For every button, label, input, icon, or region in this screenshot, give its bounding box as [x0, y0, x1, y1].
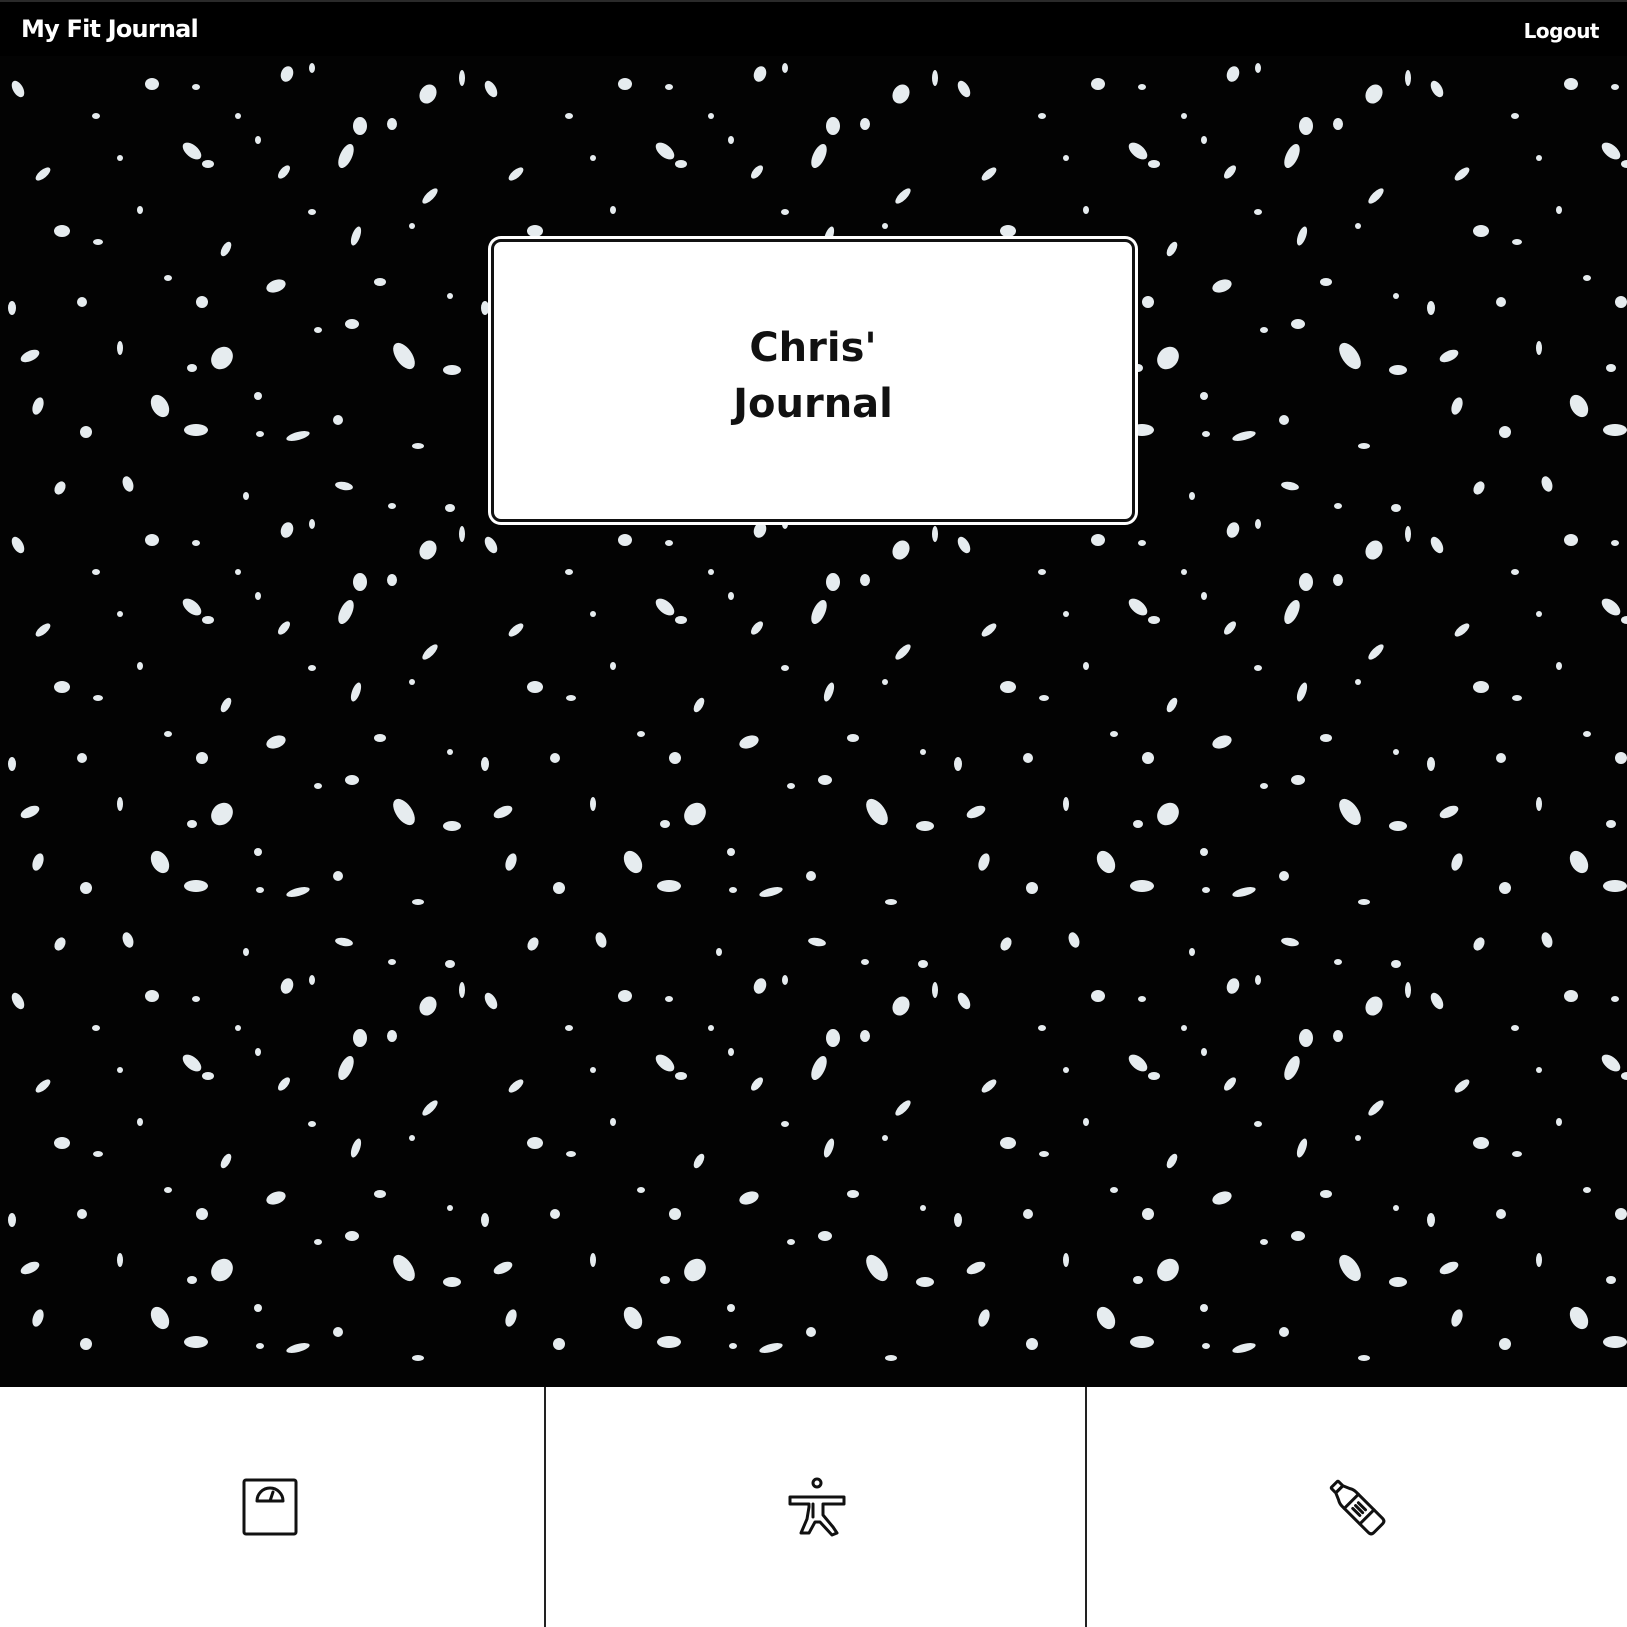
tab-weight[interactable] — [0, 1387, 544, 1627]
tab-water[interactable] — [1085, 1387, 1627, 1627]
journal-title-card: Chris' Journal — [491, 239, 1135, 522]
journal-title-line2: Journal — [733, 380, 893, 427]
water-bottle-icon — [1327, 1477, 1387, 1537]
exercise-pose-icon — [787, 1477, 847, 1537]
journal-title: Chris' Journal — [733, 320, 893, 432]
brand-link[interactable]: My Fit Journal — [21, 15, 199, 43]
logout-link[interactable]: Logout — [1524, 19, 1600, 43]
journal-title-line1: Chris' — [749, 324, 877, 371]
tab-exercise[interactable] — [544, 1387, 1085, 1627]
bottom-tab-bar — [0, 1387, 1627, 1627]
journal-cover: Chris' Journal — [0, 56, 1627, 1387]
top-navbar: My Fit Journal Logout — [0, 0, 1627, 56]
scale-icon — [240, 1477, 300, 1537]
